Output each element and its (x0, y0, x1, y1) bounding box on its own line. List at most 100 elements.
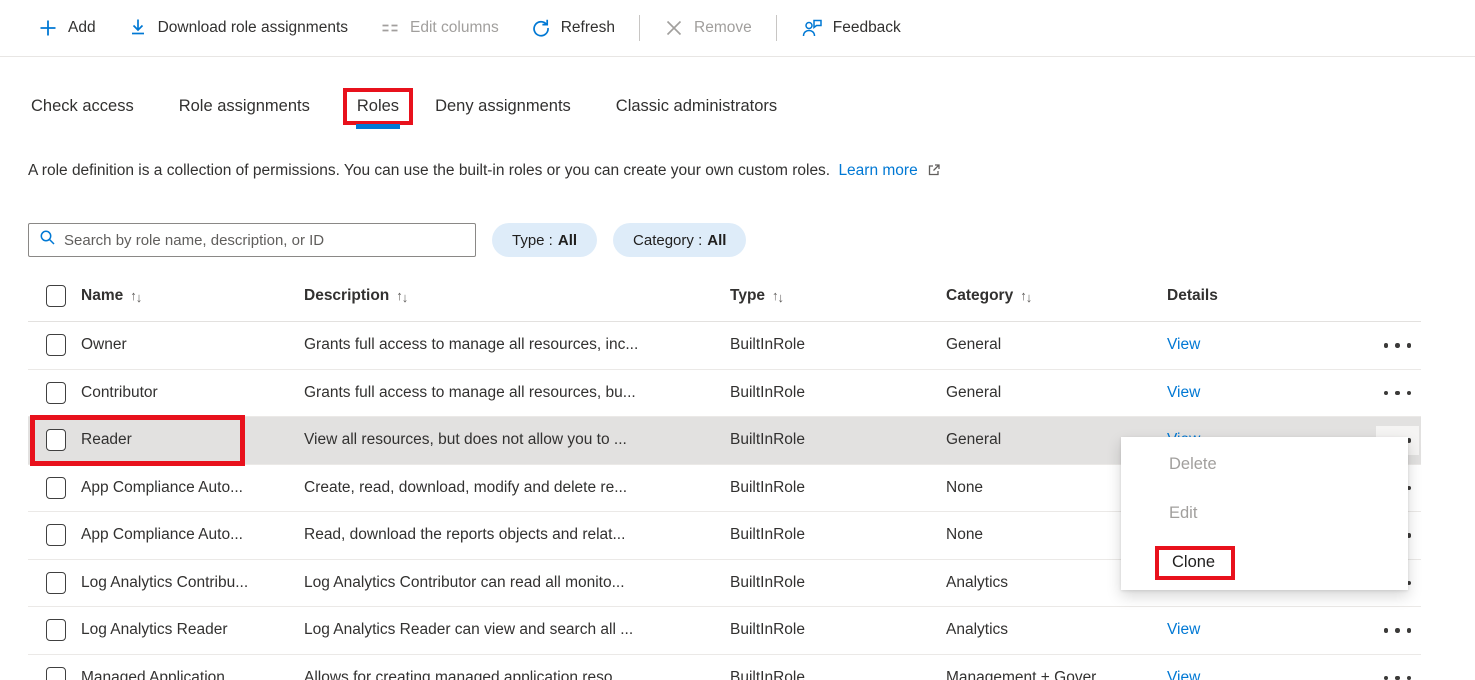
tab-bar: Check access Role assignments Roles Deny… (17, 88, 808, 125)
intro-sentence: A role definition is a collection of per… (28, 162, 830, 179)
feedback-label: Feedback (833, 19, 901, 37)
role-category: General (946, 336, 1167, 354)
context-menu-item-edit[interactable]: Edit (1121, 489, 1408, 538)
role-type: BuiltInRole (730, 574, 946, 592)
table-row-contributor[interactable]: Contributor Grants full access to manage… (28, 369, 1421, 417)
row-checkbox[interactable] (46, 619, 66, 641)
filter-bar: Type : All Category : All (28, 223, 746, 257)
category-filter-pill[interactable]: Category : All (613, 223, 746, 257)
table-header-row: Name↑↓ Description↑↓ Type↑↓ Category↑↓ D… (28, 270, 1421, 321)
role-name: Managed Application (81, 669, 304, 680)
table-row-log-analytics-reader[interactable]: Log Analytics Reader Log Analytics Reade… (28, 606, 1421, 654)
role-description: Log Analytics Contributor can read all m… (304, 574, 730, 592)
row-menu-button[interactable] (1376, 385, 1420, 402)
role-category: General (946, 384, 1167, 402)
role-type: BuiltInRole (730, 669, 946, 680)
remove-button[interactable]: Remove (648, 8, 768, 48)
view-details-link[interactable]: View (1167, 336, 1200, 353)
role-type: BuiltInRole (730, 336, 946, 354)
search-input[interactable] (64, 232, 475, 249)
tab-check-access[interactable]: Check access (17, 88, 148, 125)
column-header-details: Details (1167, 287, 1267, 305)
column-header-description[interactable]: Description↑↓ (304, 287, 730, 305)
context-menu-item-delete[interactable]: Delete (1121, 440, 1408, 489)
tab-classic-administrators[interactable]: Classic administrators (602, 88, 791, 125)
role-description: Log Analytics Reader can view and search… (304, 621, 730, 639)
role-description: Read, download the reports objects and r… (304, 526, 730, 544)
role-name: Log Analytics Contribu... (81, 574, 304, 592)
row-checkbox[interactable] (46, 667, 66, 680)
type-filter-pill[interactable]: Type : All (492, 223, 597, 257)
sort-icon: ↑↓ (1020, 288, 1031, 303)
search-icon (39, 229, 56, 251)
role-category: Management + Gover... (946, 669, 1167, 680)
column-header-category[interactable]: Category↑↓ (946, 287, 1167, 305)
learn-more-link[interactable]: Learn more (838, 162, 917, 179)
sort-icon: ↑↓ (130, 288, 141, 303)
toolbar-divider (639, 15, 640, 41)
role-description: Create, read, download, modify and delet… (304, 479, 730, 497)
ellipsis-icon (1384, 621, 1412, 636)
command-bar: Add Download role assignments Edit colum… (0, 0, 1475, 57)
view-details-link[interactable]: View (1167, 669, 1200, 680)
context-menu-item-clone[interactable]: Clone (1121, 538, 1408, 587)
role-name: Contributor (81, 384, 304, 402)
table-row-owner[interactable]: Owner Grants full access to manage all r… (28, 321, 1421, 369)
role-name: App Compliance Auto... (81, 526, 304, 544)
column-header-type[interactable]: Type↑↓ (730, 287, 946, 305)
row-checkbox[interactable] (46, 429, 66, 451)
table-row-managed-application[interactable]: Managed Application Allows for creating … (28, 654, 1421, 680)
type-filter-value: All (558, 232, 577, 249)
download-button-label: Download role assignments (158, 19, 348, 37)
tab-deny-assignments[interactable]: Deny assignments (421, 88, 585, 125)
role-type: BuiltInRole (730, 526, 946, 544)
clone-annotation-box: Clone (1155, 546, 1235, 580)
plus-icon (38, 18, 58, 38)
refresh-icon (531, 18, 551, 38)
column-header-name[interactable]: Name↑↓ (81, 287, 304, 305)
sort-icon: ↑↓ (396, 288, 407, 303)
role-search-box (28, 223, 476, 257)
row-menu-button[interactable] (1376, 670, 1420, 680)
ellipsis-icon (1384, 336, 1412, 351)
tab-roles[interactable]: Roles (343, 88, 413, 125)
type-filter-label: Type : (512, 232, 553, 249)
toolbar-divider (776, 15, 777, 41)
view-details-link[interactable]: View (1167, 384, 1200, 401)
role-type: BuiltInRole (730, 479, 946, 497)
row-checkbox[interactable] (46, 524, 66, 546)
role-category: Analytics (946, 621, 1167, 639)
remove-label: Remove (694, 19, 752, 37)
row-context-menu: Delete Edit Clone (1121, 437, 1408, 590)
ellipsis-icon (1384, 383, 1412, 398)
tab-role-assignments[interactable]: Role assignments (165, 88, 324, 125)
role-type: BuiltInRole (730, 621, 946, 639)
category-filter-value: All (707, 232, 726, 249)
edit-columns-button[interactable]: Edit columns (364, 8, 515, 48)
feedback-button[interactable]: Feedback (785, 8, 917, 48)
row-checkbox[interactable] (46, 334, 66, 356)
select-all-checkbox[interactable] (46, 285, 66, 307)
role-description: Grants full access to manage all resourc… (304, 336, 730, 354)
download-icon (128, 18, 148, 38)
refresh-button[interactable]: Refresh (515, 8, 631, 48)
download-role-assignments-button[interactable]: Download role assignments (112, 8, 364, 48)
row-checkbox[interactable] (46, 477, 66, 499)
category-filter-label: Category : (633, 232, 702, 249)
close-icon (664, 18, 684, 38)
row-menu-button[interactable] (1376, 622, 1420, 639)
role-type: BuiltInRole (730, 431, 946, 449)
role-name: Owner (81, 336, 304, 354)
row-menu-button[interactable] (1376, 337, 1420, 354)
sort-icon: ↑↓ (772, 288, 783, 303)
intro-text: A role definition is a collection of per… (28, 162, 941, 182)
row-checkbox[interactable] (46, 572, 66, 594)
add-button[interactable]: Add (22, 8, 112, 48)
role-description: Allows for creating managed application … (304, 669, 730, 680)
edit-columns-label: Edit columns (410, 19, 499, 37)
row-checkbox[interactable] (46, 382, 66, 404)
role-name: Reader (81, 431, 304, 449)
view-details-link[interactable]: View (1167, 621, 1200, 638)
external-link-icon (927, 163, 941, 182)
role-type: BuiltInRole (730, 384, 946, 402)
